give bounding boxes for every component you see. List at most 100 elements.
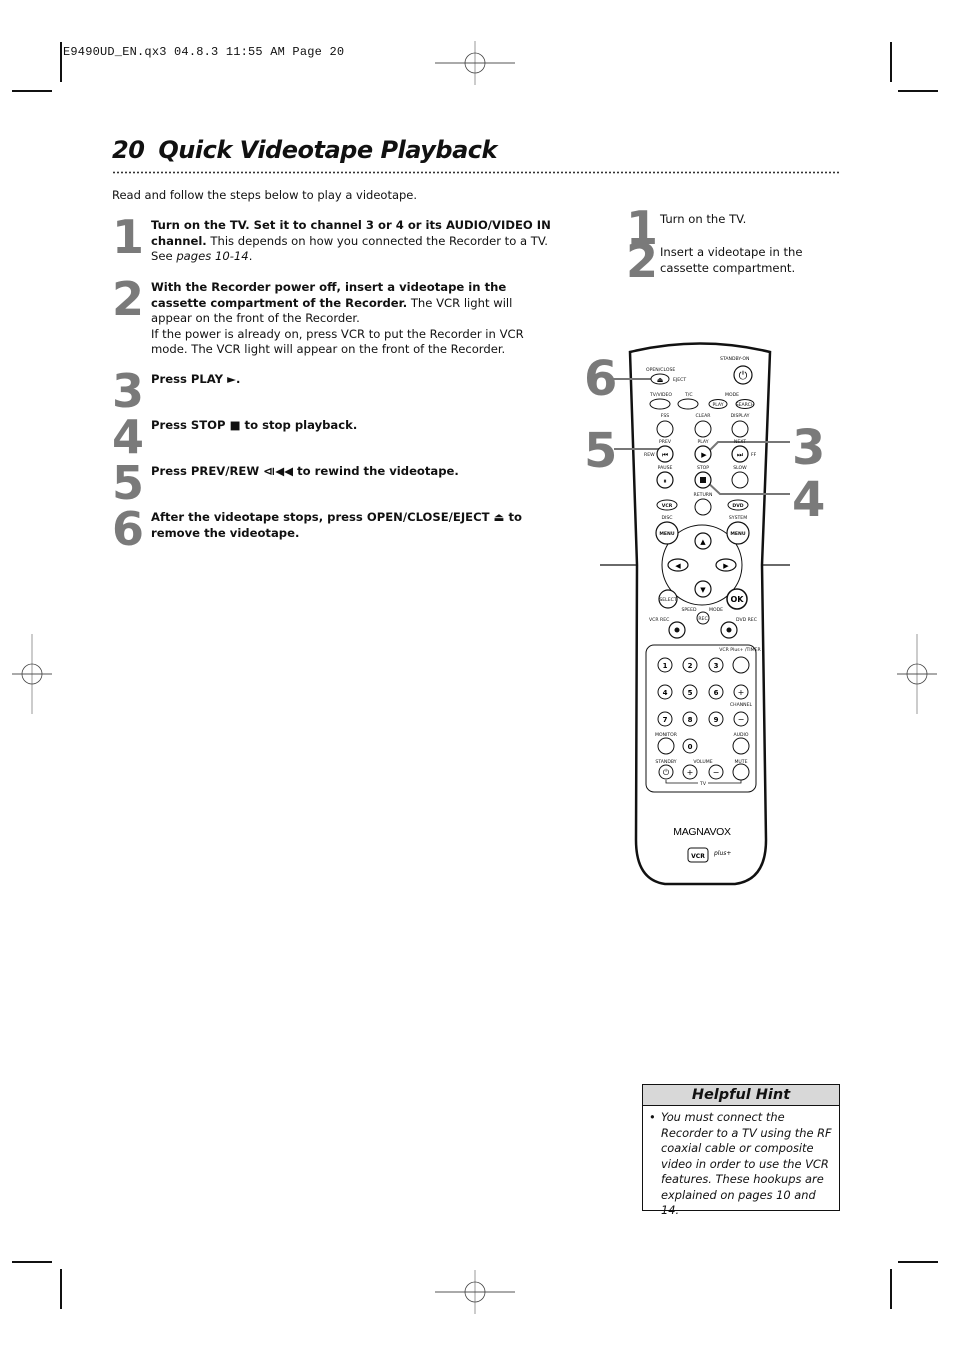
tv-video-button[interactable] (649, 398, 671, 410)
digit-label: 1 (663, 662, 668, 670)
page-title: 20 Quick Videotape Playback (112, 136, 497, 164)
label-disc-menu: MENU (659, 531, 675, 537)
label-tc: T/C (684, 392, 693, 398)
label-monitor: MONITOR (655, 732, 678, 738)
brand-logo: MAGNAVOX (673, 826, 731, 838)
label-vcr-plus-timer: VCR Plus+ /TIMER (719, 647, 761, 653)
step-text: With the Recorder power off, insert a vi… (151, 280, 551, 358)
trim-mark (12, 90, 52, 92)
up-arrow-icon: ▲ (700, 538, 706, 546)
label-rew: REW (644, 452, 655, 458)
step-text: Press PREV/REW ⧏◀◀ to rewind the videota… (151, 464, 551, 480)
label-search: SEARCH (736, 402, 755, 408)
print-slug: E9490UD_EN.qx3 04.8.3 11:55 AM Page 20 (63, 45, 345, 59)
bullet: • (649, 1110, 656, 1124)
helpful-hint-box: Helpful Hint • You must connect the Reco… (642, 1084, 840, 1217)
label-clear: CLEAR (695, 413, 711, 419)
plus-icon: + (687, 768, 694, 777)
label-slow: SLOW (733, 465, 747, 471)
vcr-plus-timer-button[interactable] (732, 656, 750, 674)
power-icon: ⏻ (739, 369, 748, 382)
digit-label: 4 (663, 689, 668, 697)
label-disc: DISC (661, 515, 672, 521)
step-text: Turn on the TV. (660, 212, 747, 226)
label-vcr-rec: VCR REC (649, 617, 669, 623)
step-text: Press PLAY ►. (151, 372, 551, 388)
digit-label: 0 (688, 743, 693, 751)
registration-mark (435, 41, 515, 85)
power-icon: ⏻ (663, 768, 670, 777)
page-number: 20 (112, 136, 145, 164)
return-button[interactable] (694, 498, 712, 516)
label-prev: PREV (659, 439, 672, 445)
step-extra: If the power is already on, press VCR to… (151, 326, 524, 357)
trim-mark (890, 1269, 892, 1309)
vcr-plus-logo-text: VCR (691, 853, 705, 860)
clear-button[interactable] (694, 420, 712, 438)
label-system-menu: MENU (730, 531, 746, 537)
step-number: 4 (112, 410, 144, 464)
label-ff: FF (751, 452, 757, 458)
label-volume: VOLUME (693, 759, 712, 765)
label-audio: AUDIO (733, 732, 748, 738)
label-dvd: DVD (732, 503, 743, 509)
label-dvd-rec: DVD REC (736, 617, 757, 623)
label-speed: SPEED (681, 607, 696, 613)
trim-mark (890, 42, 892, 82)
dotted-rule (112, 171, 840, 174)
eject-icon: ⏏ (657, 376, 664, 384)
label-standby: STANDBY (655, 759, 676, 765)
down-arrow-icon: ▼ (700, 586, 706, 594)
trim-mark (60, 1269, 62, 1309)
registration-mark (435, 1270, 515, 1314)
tc-button[interactable] (677, 398, 699, 410)
digit-label: 2 (688, 662, 693, 670)
plus-icon: + (738, 688, 745, 697)
step-number: 2 (626, 234, 658, 288)
label-channel: CHANNEL (730, 702, 753, 708)
label-play: PLAY (697, 439, 708, 445)
step-text: Turn on the TV. Set it to channel 3 or 4… (151, 218, 551, 265)
step-bold: Press STOP ■ to stop playback. (151, 418, 358, 432)
trim-mark (898, 1261, 938, 1263)
step-bold: Press PREV/REW ⧏◀◀ to rewind the videota… (151, 464, 459, 478)
left-arrow-icon: ◀ (675, 562, 681, 570)
registration-mark (897, 634, 937, 714)
trim-mark (12, 1261, 52, 1263)
hint-body: • You must connect the Recorder to a TV … (643, 1106, 839, 1219)
label-tv: TV (699, 781, 707, 787)
audio-button[interactable] (732, 737, 750, 755)
minus-icon: − (713, 768, 720, 777)
label-stop: STOP (697, 465, 709, 471)
remote-control: STANDBY-ON ⏻ OPEN/CLOSE ⏏ EJECT TV/VIDEO… (600, 342, 790, 886)
page-title-text: Quick Videotape Playback (158, 136, 497, 164)
monitor-button[interactable] (657, 737, 675, 755)
step-text: Insert a videotape in the cassette compa… (660, 245, 803, 275)
label-return: RETURN (694, 492, 713, 498)
digit-label: 8 (688, 716, 693, 724)
digit-label: 6 (714, 689, 719, 697)
label-system: SYSTEM (729, 515, 747, 521)
right-arrow-icon: ▶ (723, 562, 729, 570)
minus-icon: − (738, 715, 745, 724)
fast-forward-icon: ⏭ (737, 451, 744, 459)
step-text: Press STOP ■ to stop playback. (151, 418, 551, 434)
label-fss: FSS (661, 413, 669, 419)
label-display: DISPLAY (731, 413, 750, 419)
fss-button[interactable] (656, 420, 674, 438)
step-number: 3 (112, 364, 144, 418)
label-standby-on: STANDBY-ON (720, 356, 749, 362)
rewind-icon: ⏮ (662, 451, 668, 459)
slow-button[interactable] (731, 471, 749, 489)
mute-button[interactable] (732, 763, 750, 781)
digit-label: 7 (663, 716, 668, 724)
display-button[interactable] (731, 420, 749, 438)
label-play-mode: PLAY (712, 402, 723, 408)
digit-label: 9 (714, 716, 719, 724)
intro-text: Read and follow the steps below to play … (112, 188, 418, 202)
stop-icon (700, 477, 706, 483)
trim-mark (60, 42, 62, 82)
step-text: After the videotape stops, press OPEN/CL… (151, 510, 551, 541)
label-eject: EJECT (673, 377, 686, 383)
step-number: 5 (112, 456, 144, 510)
